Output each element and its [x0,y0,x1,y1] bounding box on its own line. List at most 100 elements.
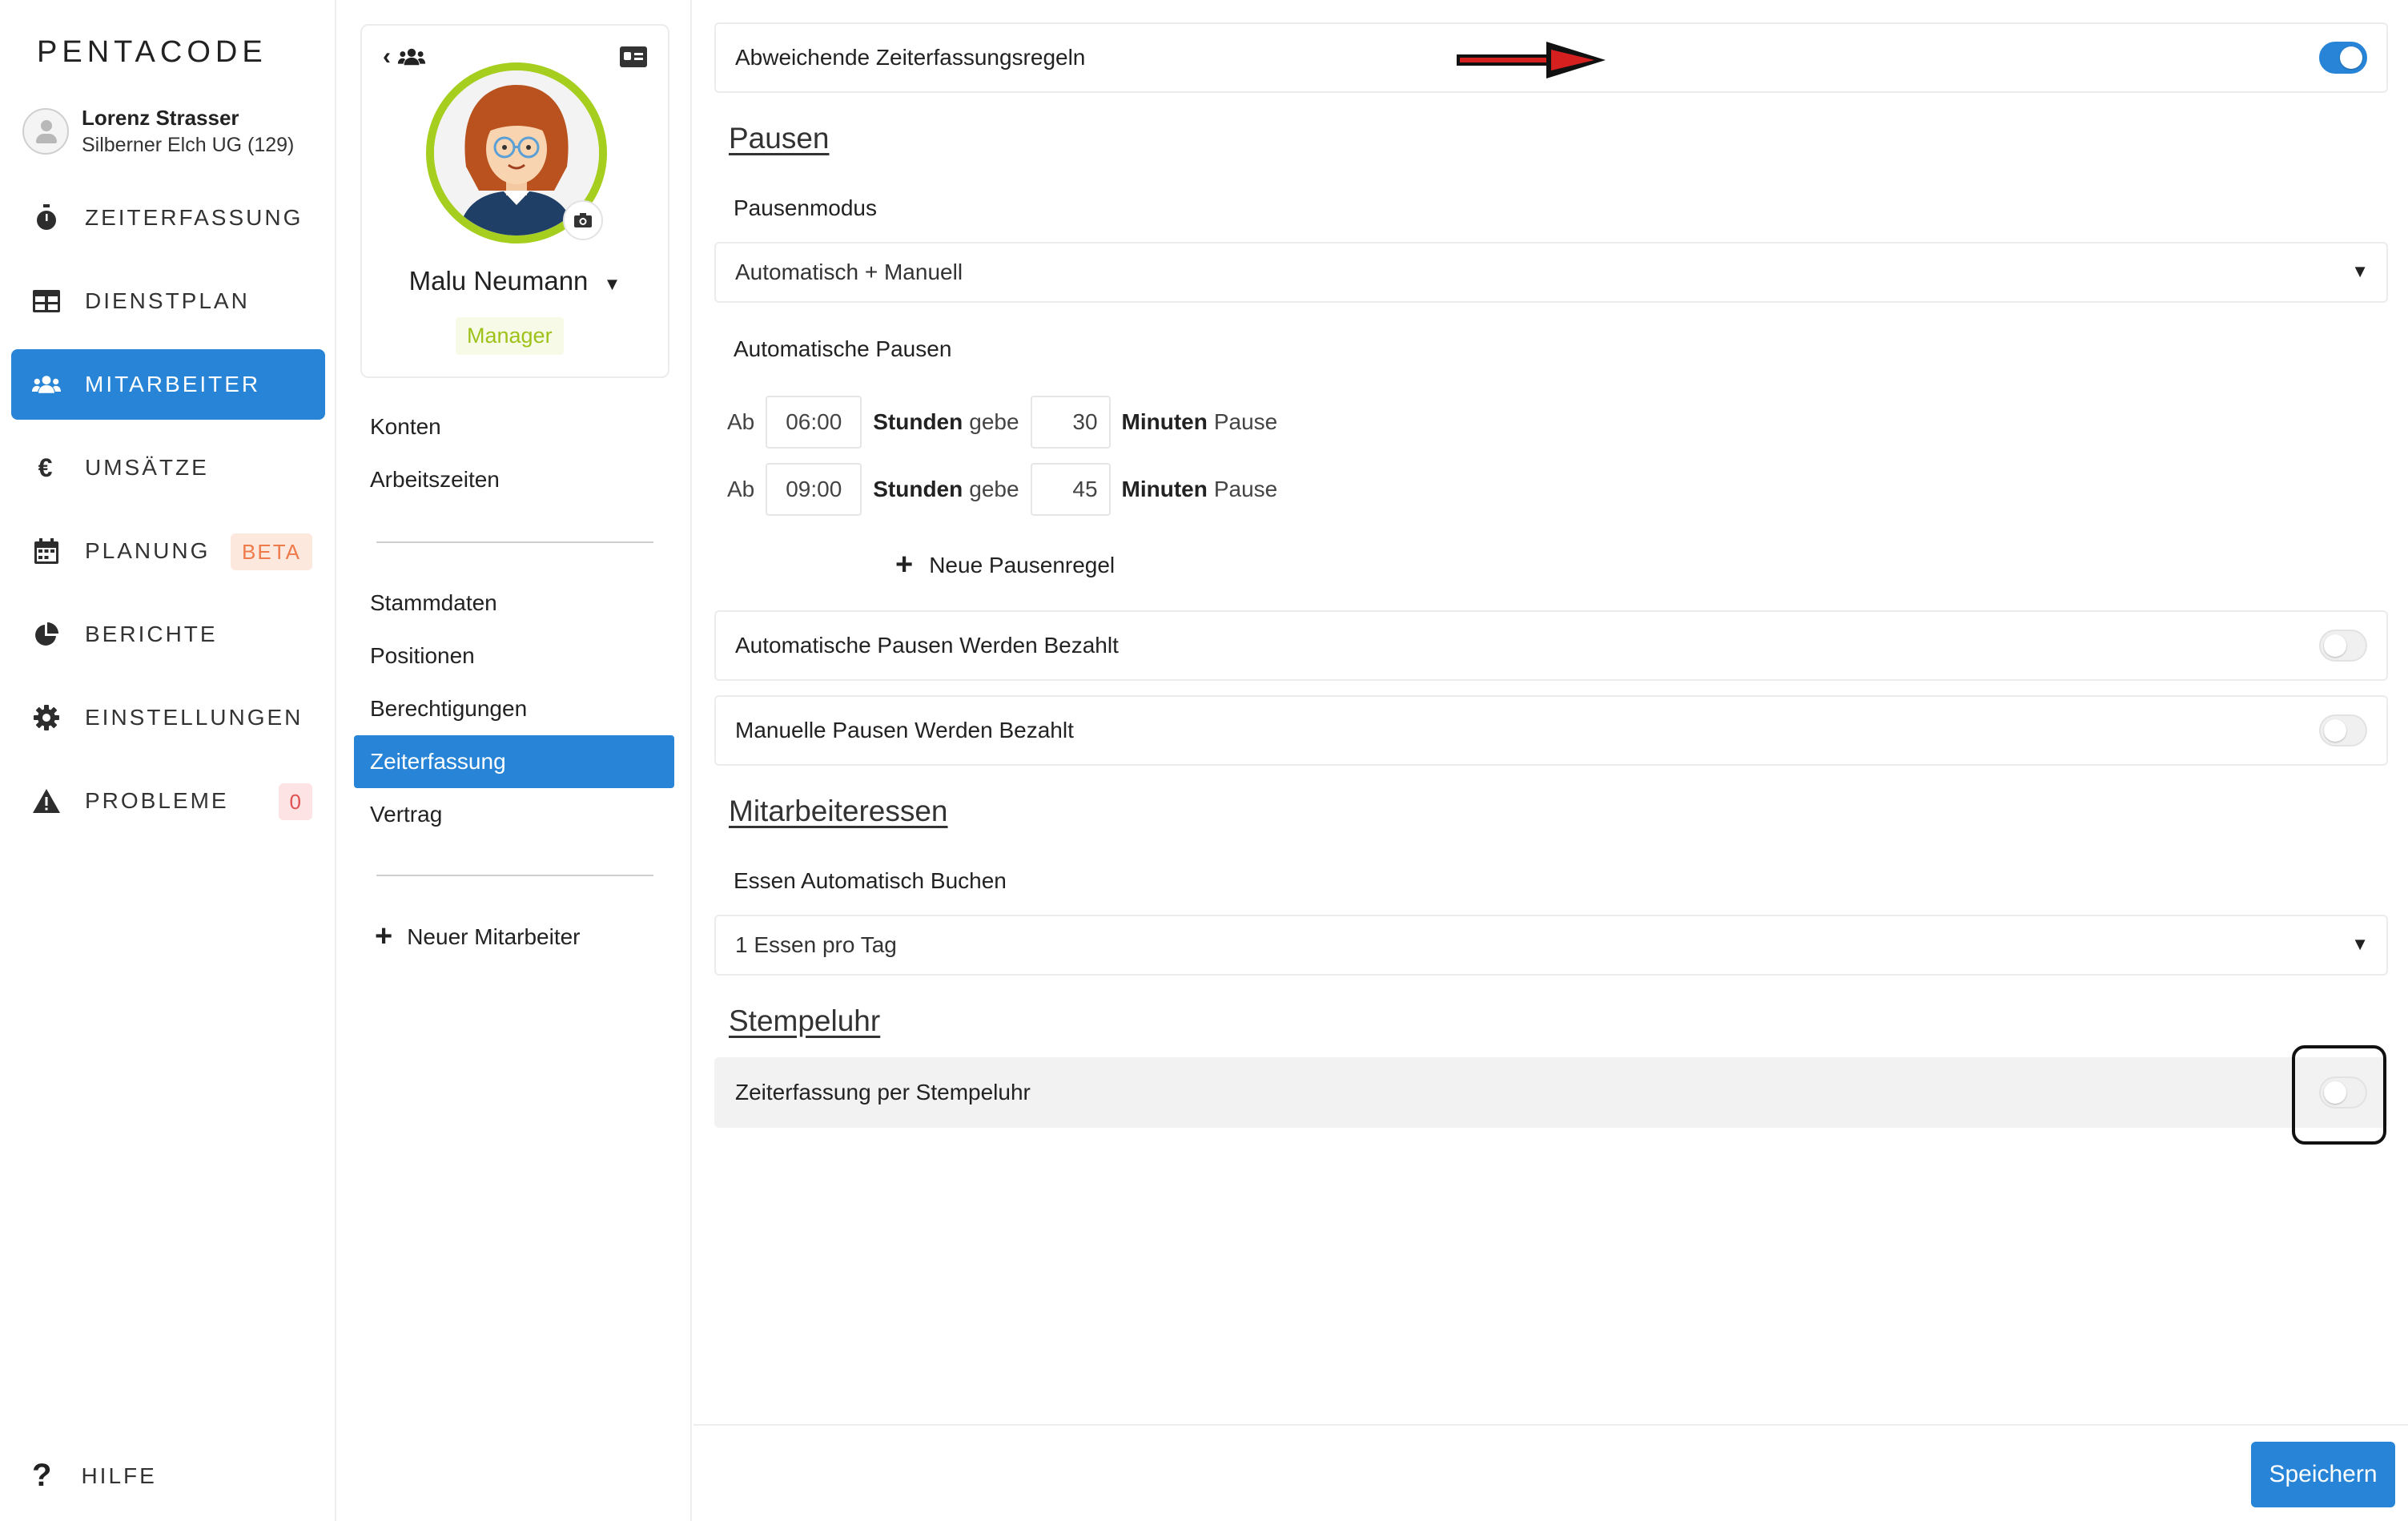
auto-pause-paid-row: Automatische Pausen Werden Bezahlt [714,610,2388,681]
gear-icon [32,703,61,732]
help-link[interactable]: ? HILFE [32,1458,157,1494]
from-label: Ab [727,477,755,501]
manual-pause-paid-label: Manuelle Pausen Werden Bezahlt [735,718,1074,742]
plus-icon: + [895,548,914,581]
nav-label: MITARBEITER [85,372,261,396]
back-to-team-button[interactable]: ‹ [383,43,426,70]
pause-mode-label: Pausenmodus [734,195,878,220]
new-pause-rule-button[interactable]: + Neue Pausenregel [895,548,1115,582]
sidebar: PENTACODE Lorenz Strasser Silberner Elch… [0,0,336,1521]
from-label: Ab [727,409,755,434]
new-employee-label: Neuer Mitarbeiter [407,923,581,949]
nav-label: EINSTELLUNGEN [85,705,304,730]
nav-item-einstellungen[interactable]: EINSTELLUNGEN [11,682,325,753]
hours-unit-label: Stunden [873,477,963,501]
nav-item-mitarbeiter[interactable]: MITARBEITER [11,349,325,420]
caret-down-icon: ▼ [2351,261,2369,281]
employee-menu-top: Konten Arbeitszeiten [354,400,674,506]
employee-menu-main: Stammdaten Positionen Berechtigungen Zei… [354,577,674,841]
stopwatch-icon [32,203,61,232]
team-icon [397,48,426,66]
menu-item-arbeitszeiten[interactable]: Arbeitszeiten [354,453,674,506]
menu-item-zeiterfassung[interactable]: Zeiterfassung [354,735,674,788]
minutes-unit-label: Minuten [1121,477,1208,501]
manual-pause-paid-toggle[interactable] [2319,714,2367,746]
help-label: HILFE [81,1463,157,1488]
custom-rules-toggle[interactable] [2319,42,2367,74]
nav-item-dienstplan[interactable]: DIENSTPLAN [11,266,325,336]
nav-item-zeiterfassung[interactable]: ZEITERFASSUNG [11,183,325,253]
meals-value: 1 Essen pro Tag [735,932,897,957]
auto-pause-paid-toggle[interactable] [2319,630,2367,662]
main-nav: ZEITERFASSUNG DIENSTPLAN MITARBEITER € U… [11,183,325,849]
footer-divider [693,1424,2408,1426]
employee-column: ‹ Malu Neumann ▼ Manager Konten Arbeitsz… [336,0,692,1521]
nav-item-planung[interactable]: PLANUNG BETA [11,516,325,586]
give-label: gebe [969,477,1019,501]
hours-unit-label: Stunden [873,409,963,434]
pause-label: Pause [1213,477,1278,501]
nav-label: ZEITERFASSUNG [85,205,304,230]
chevron-left-icon: ‹ [383,43,391,70]
warning-icon [32,787,61,815]
menu-item-konten[interactable]: Konten [354,400,674,453]
nav-item-probleme[interactable]: PROBLEME 0 [11,766,325,836]
time-clock-row: Zeiterfassung per Stempeluhr [714,1057,2388,1128]
menu-item-stammdaten[interactable]: Stammdaten [354,577,674,630]
beta-badge: BETA [231,533,312,570]
meals-auto-label: Essen Automatisch Buchen [734,868,1007,893]
app-logo[interactable]: PENTACODE [37,35,267,70]
user-avatar [22,108,69,155]
employee-name-dropdown[interactable]: Malu Neumann ▼ [362,266,668,296]
time-tracking-settings: Abweichende Zeiterfassungsregeln Pausen … [693,0,2408,1521]
nav-label: UMSÄTZE [85,455,209,480]
pie-chart-icon [32,620,61,649]
hours-input[interactable]: 06:00 [766,396,862,449]
minutes-input[interactable]: 30 [1030,396,1111,449]
caret-down-icon: ▼ [2351,934,2369,954]
problem-count-badge: 0 [278,783,312,820]
meals-select[interactable]: 1 Essen pro Tag ▼ [714,915,2388,976]
euro-icon: € [38,453,55,482]
menu-item-positionen[interactable]: Positionen [354,630,674,682]
annotation-arrow-icon [1457,42,1606,78]
camera-icon[interactable] [563,200,603,240]
manual-pause-paid-row: Manuelle Pausen Werden Bezahlt [714,695,2388,766]
minutes-unit-label: Minuten [1121,409,1208,434]
menu-divider [376,875,653,876]
calendar-icon [32,537,61,565]
auto-pause-paid-label: Automatische Pausen Werden Bezahlt [735,633,1119,658]
menu-item-berechtigungen[interactable]: Berechtigungen [354,682,674,735]
nav-item-umsaetze[interactable]: € UMSÄTZE [11,433,325,503]
menu-item-vertrag[interactable]: Vertrag [354,788,674,841]
current-user[interactable]: Lorenz Strasser Silberner Elch UG (129) [22,104,294,159]
new-pause-rule-label: Neue Pausenregel [929,552,1116,577]
users-icon [32,370,61,399]
menu-divider [376,541,653,543]
nav-item-berichte[interactable]: BERICHTE [11,599,325,670]
pause-rule-row: Ab 06:00 Stunden gebe 30 Minuten Pause [727,396,1277,449]
user-name: Lorenz Strasser [82,106,239,130]
clock-section-title: Stempeluhr [729,1004,881,1037]
minutes-input[interactable]: 45 [1030,463,1111,516]
user-company: Silberner Elch UG (129) [82,134,295,156]
role-badge: Manager [456,317,564,355]
nav-label: DIENSTPLAN [85,288,250,313]
give-label: gebe [969,409,1019,434]
new-employee-button[interactable]: + Neuer Mitarbeiter [375,919,581,954]
plus-icon: + [375,919,393,953]
employee-name: Malu Neumann [408,266,589,296]
hours-input[interactable]: 09:00 [766,463,862,516]
pause-mode-select[interactable]: Automatisch + Manuell ▼ [714,242,2388,303]
pause-rule-row: Ab 09:00 Stunden gebe 45 Minuten Pause [727,463,1277,516]
save-button[interactable]: Speichern [2251,1442,2395,1507]
meals-section-title: Mitarbeiteressen [729,795,948,827]
time-clock-label: Zeiterfassung per Stempeluhr [735,1080,1031,1105]
auto-pause-label: Automatische Pausen [734,336,952,361]
nav-label: PROBLEME [85,788,229,813]
id-card-icon[interactable] [620,46,647,67]
custom-rules-label: Abweichende Zeiterfassungsregeln [735,45,1086,70]
pause-mode-value: Automatisch + Manuell [735,260,963,284]
annotation-highlight-box [2292,1045,2386,1145]
nav-label: PLANUNG [85,538,211,563]
